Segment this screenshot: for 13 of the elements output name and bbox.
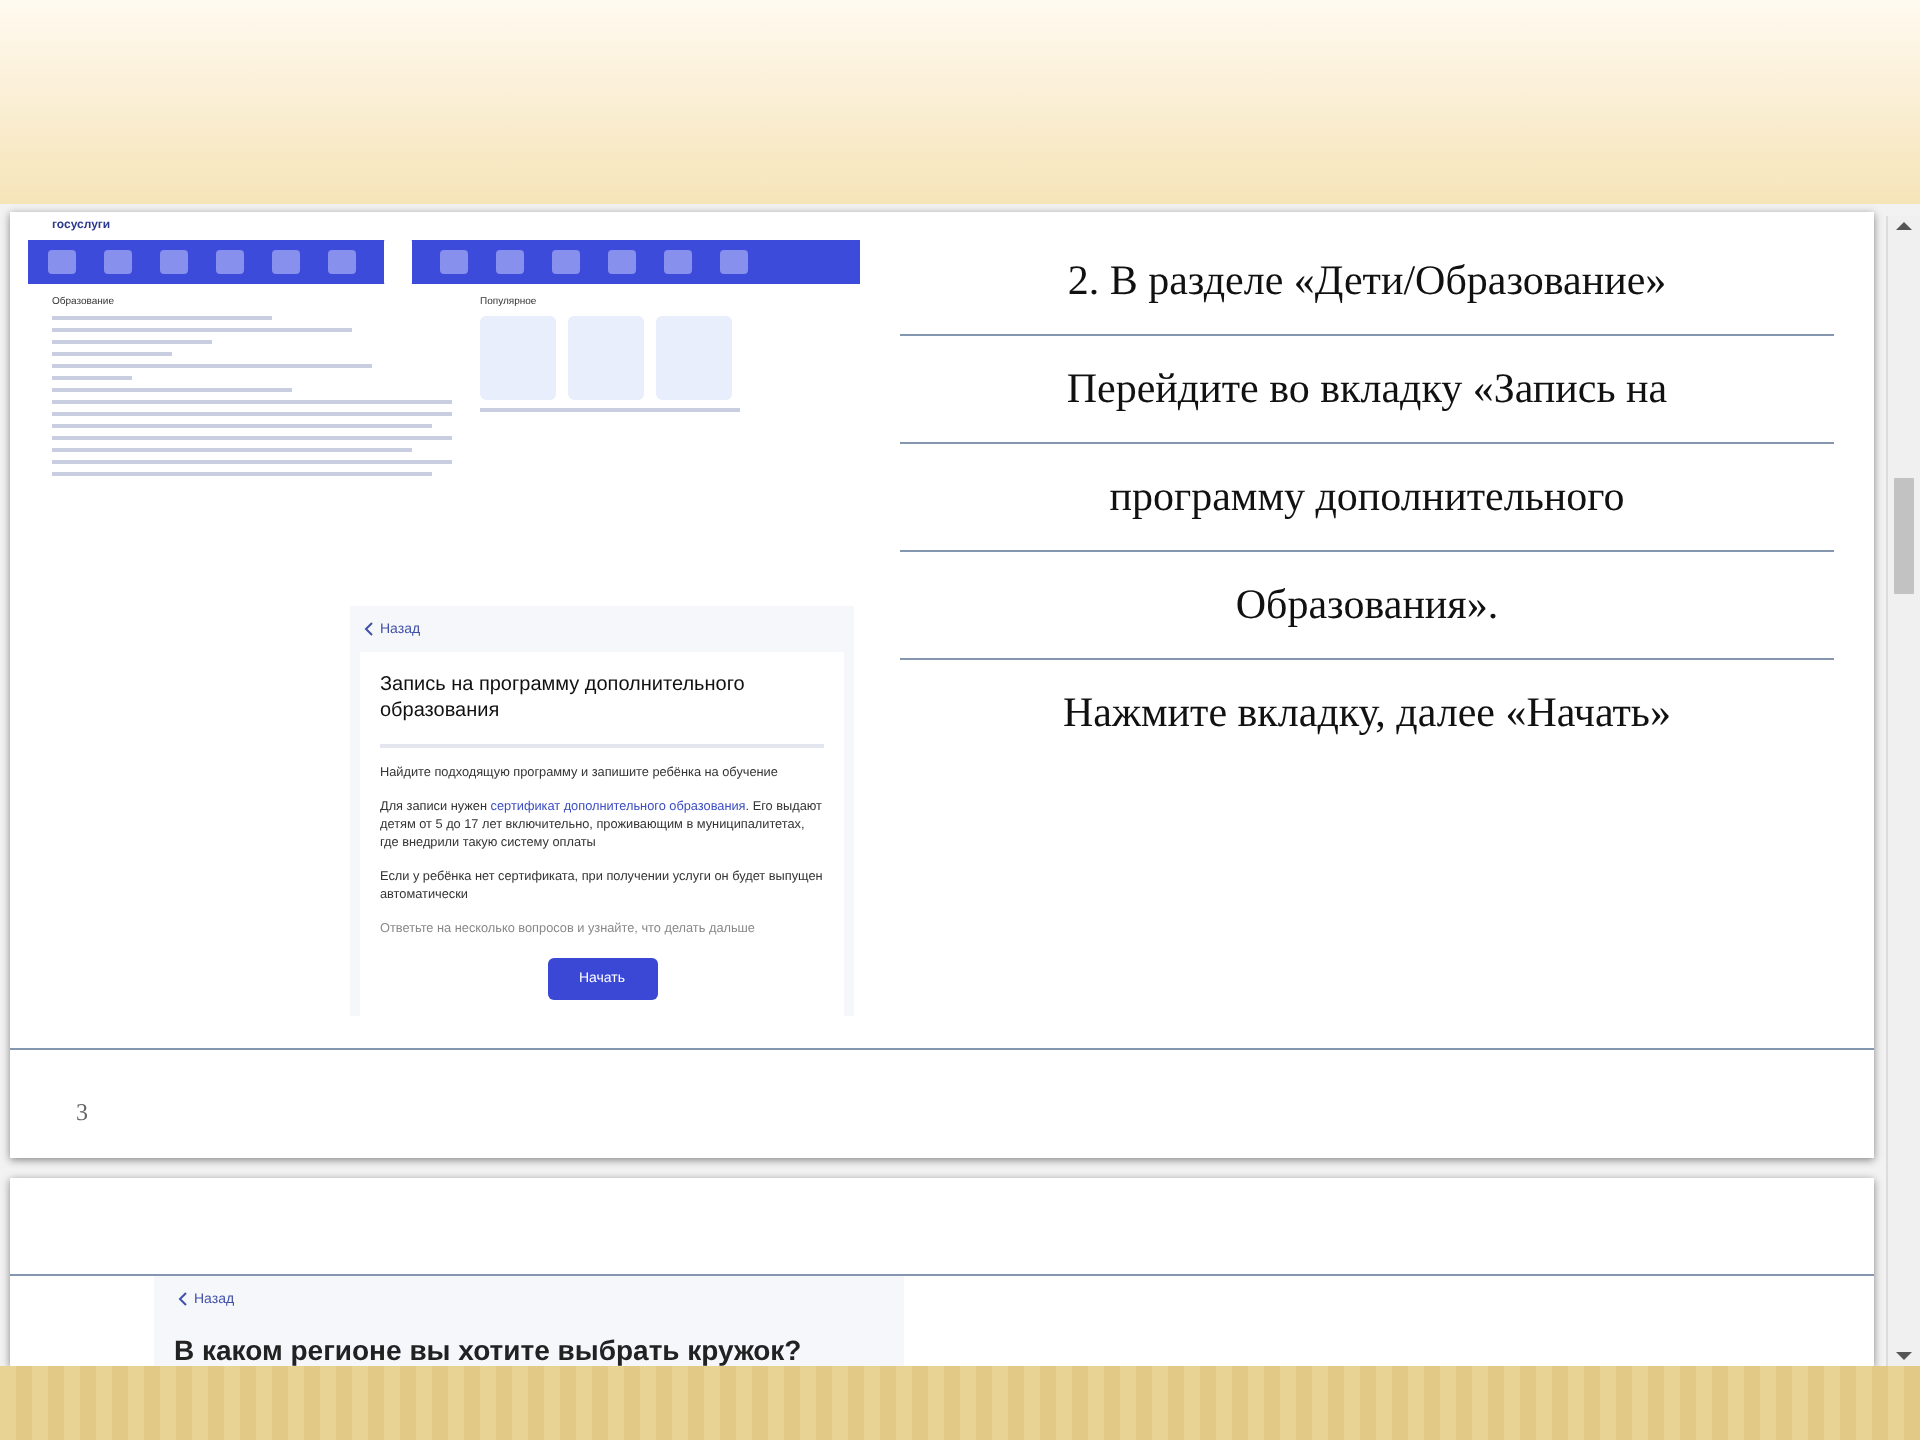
instruction-text: 2. В разделе «Дети/Образование» [900,228,1834,336]
instruction-text: Перейдите во вкладку «Запись на [900,336,1834,444]
scroll-thumb[interactable] [1894,478,1915,594]
card-title: Запись на программу дополнительного образования [380,672,824,749]
chevron-left-icon [364,622,374,636]
page-number: 3 [76,1098,90,1128]
scrollbar[interactable] [1886,216,1920,1366]
instruction-text: Образования». [900,552,1834,660]
instruction-text: Нажмите вкладку, далее «Начать» [1061,686,1673,740]
chevron-left-icon [178,1292,188,1306]
question-heading: В каком регионе вы хотите выбрать кружок? [174,1334,804,1366]
instruction-text: программу дополнительного [900,444,1834,552]
scroll-up-icon[interactable] [1894,216,1915,236]
